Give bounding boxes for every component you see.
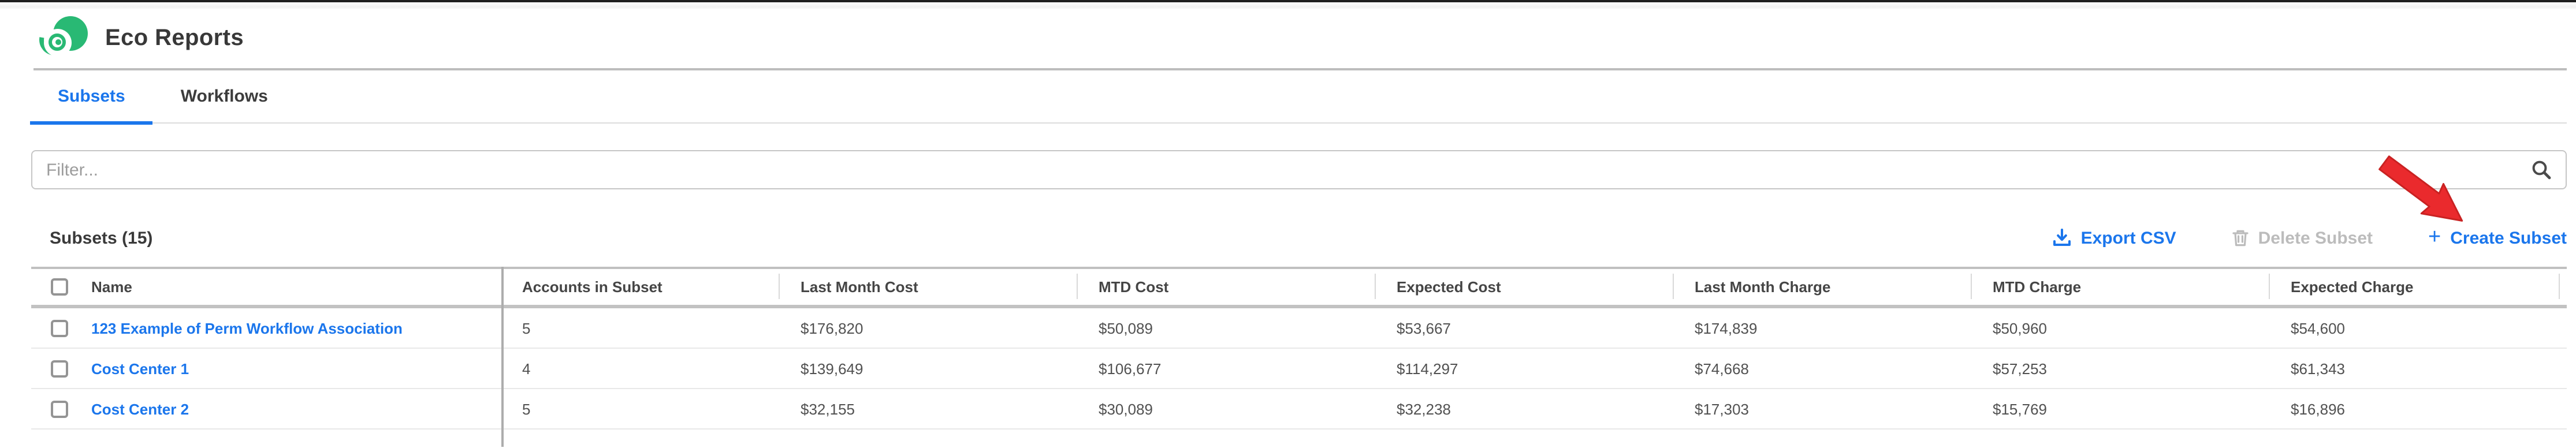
trash-icon <box>2232 229 2249 247</box>
last-month-cost-value: $139,649 <box>779 360 1077 377</box>
tab-subsets-label: Subsets <box>58 87 125 106</box>
export-csv-button[interactable]: Export CSV <box>2053 228 2176 248</box>
expected-charge-value: $54,600 <box>2269 319 2567 337</box>
name-column-divider <box>501 267 503 447</box>
subset-name-link[interactable]: Cost Center 2 <box>91 400 189 417</box>
table-actions: Export CSV Delete Subset + Create Subset <box>2053 228 2567 248</box>
export-csv-label: Export CSV <box>2081 228 2176 248</box>
plus-icon: + <box>2428 230 2441 246</box>
tab-workflows[interactable]: Workflows <box>153 70 296 122</box>
expected-charge-value: $16,896 <box>2269 400 2567 417</box>
list-header: Subsets (15) Export CSV Delete Subset + … <box>50 225 2567 251</box>
table-header-row: Name Accounts in Subset Last Month Cost … <box>31 267 2567 308</box>
delete-subset-button[interactable]: Delete Subset <box>2232 228 2373 248</box>
eco-logo-icon <box>42 16 88 62</box>
column-header-expected-charge[interactable]: Expected Charge <box>2269 269 2567 305</box>
filter-input[interactable] <box>31 150 2567 189</box>
mtd-charge-value: $57,253 <box>1971 360 2269 377</box>
expected-charge-value: $61,343 <box>2269 360 2567 377</box>
last-month-cost-value: $176,820 <box>779 319 1077 337</box>
create-subset-label: Create Subset <box>2450 228 2567 248</box>
select-all-checkbox[interactable] <box>51 278 68 296</box>
accounts-in-subset-value: 5 <box>501 400 779 417</box>
column-header-last-month-cost[interactable]: Last Month Cost <box>779 269 1077 305</box>
subsets-table: Name Accounts in Subset Last Month Cost … <box>31 267 2567 447</box>
row-checkbox[interactable] <box>51 400 68 417</box>
mtd-charge-value: $50,960 <box>1971 319 2269 337</box>
last-month-charge-value: $17,303 <box>1673 400 1971 417</box>
accounts-in-subset-value: 5 <box>501 319 779 337</box>
expected-cost-value: $32,238 <box>1375 400 1673 417</box>
accounts-in-subset-value: 4 <box>501 360 779 377</box>
mtd-cost-value: $30,089 <box>1077 400 1375 417</box>
column-header-accounts[interactable]: Accounts in Subset <box>501 269 779 305</box>
column-header-mtd-charge[interactable]: MTD Charge <box>1971 269 2269 305</box>
mtd-charge-value: $15,769 <box>1971 400 2269 417</box>
delete-subset-label: Delete Subset <box>2258 228 2373 248</box>
download-icon <box>2053 229 2072 247</box>
mtd-cost-value: $50,089 <box>1077 319 1375 337</box>
subset-name-link[interactable]: 123 Example of Perm Workflow Association <box>91 319 403 337</box>
table-row: 123 Example of Perm Workflow Association… <box>31 308 2567 349</box>
tab-bar: Subsets Workflows <box>30 70 2567 124</box>
search-icon <box>2531 159 2552 180</box>
table-row: Cost Center 1 4 $139,649 $106,677 $114,2… <box>31 349 2567 389</box>
app-header: Eco Reports <box>33 9 2567 70</box>
row-checkbox[interactable] <box>51 319 68 337</box>
page-top-band <box>0 2 2576 9</box>
page-title: Eco Reports <box>105 25 244 52</box>
column-header-name[interactable]: Name <box>83 269 501 305</box>
tab-subsets[interactable]: Subsets <box>30 70 153 122</box>
column-header-expected-cost[interactable]: Expected Cost <box>1375 269 1673 305</box>
column-header-last-month-charge[interactable]: Last Month Charge <box>1673 269 1971 305</box>
expected-cost-value: $53,667 <box>1375 319 1673 337</box>
column-header-mtd-cost[interactable]: MTD Cost <box>1077 269 1375 305</box>
expected-cost-value: $114,297 <box>1375 360 1673 377</box>
mtd-cost-value: $106,677 <box>1077 360 1375 377</box>
last-month-charge-value: $74,668 <box>1673 360 1971 377</box>
table-row: Cost Center 2 5 $32,155 $30,089 $32,238 … <box>31 389 2567 430</box>
subset-name-link[interactable]: Cost Center 1 <box>91 360 189 377</box>
tab-workflows-label: Workflows <box>181 87 268 106</box>
filter-bar <box>31 150 2567 189</box>
eco-reports-page: Eco Reports Subsets Workflows Subsets (1… <box>0 0 2576 448</box>
create-subset-button[interactable]: + Create Subset <box>2428 228 2567 248</box>
row-checkbox[interactable] <box>51 360 68 377</box>
subsets-count-heading: Subsets (15) <box>50 228 152 248</box>
last-month-cost-value: $32,155 <box>779 400 1077 417</box>
last-month-charge-value: $174,839 <box>1673 319 1971 337</box>
